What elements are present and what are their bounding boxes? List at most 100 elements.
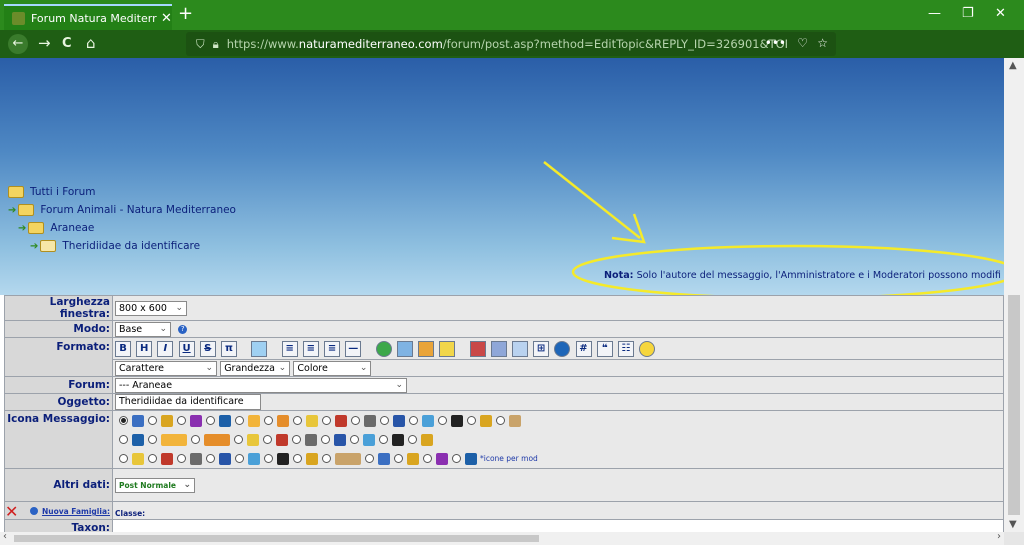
pi-button[interactable]: π	[220, 340, 237, 357]
message-icon-radio[interactable]	[119, 416, 128, 425]
message-icon-radio[interactable]	[467, 416, 476, 425]
horizontal-scrollbar[interactable]: ‹ ›	[0, 531, 1004, 545]
message-icon-radio[interactable]	[438, 416, 447, 425]
message-icon-radio[interactable]	[452, 454, 461, 463]
align-right-icon[interactable]: ≡	[324, 340, 341, 357]
message-icon-radio[interactable]	[177, 416, 186, 425]
horizontal-rule-icon[interactable]: —	[345, 340, 362, 357]
message-icon-radio[interactable]	[235, 416, 244, 425]
message-icon-radio[interactable]	[380, 416, 389, 425]
highlight-button[interactable]: H	[136, 340, 153, 357]
message-icon-radio[interactable]	[148, 454, 157, 463]
underline-button[interactable]: U	[178, 340, 195, 357]
gallery-icon[interactable]	[511, 340, 528, 357]
url-text[interactable]: https://www.naturamediterraneo.com/forum…	[227, 37, 787, 51]
scroll-left-icon[interactable]: ‹	[3, 531, 7, 542]
message-icon-radio[interactable]	[292, 435, 301, 444]
new-family-link[interactable]: Nuova Famiglia:	[42, 507, 110, 516]
message-icon-radio[interactable]	[322, 454, 331, 463]
home-button[interactable]: ⌂	[86, 34, 96, 52]
reload-button[interactable]: C	[62, 36, 72, 51]
close-window-button[interactable]: ✕	[995, 6, 1006, 21]
italic-button[interactable]: I	[157, 340, 174, 357]
message-icon-radio[interactable]	[177, 454, 186, 463]
page-actions-icon[interactable]: •••	[765, 36, 786, 50]
browser-tab[interactable]: Forum Natura Mediterraneo | F ✕	[4, 4, 172, 30]
lock-icon[interactable]: 🔒︎	[213, 37, 219, 52]
smiley-icon[interactable]	[639, 340, 656, 357]
quote-icon[interactable]: ❝	[596, 340, 613, 357]
message-icon-radio[interactable]	[119, 454, 128, 463]
mode-select[interactable]: Base ⌄	[115, 321, 171, 337]
link-globe-icon[interactable]	[375, 340, 392, 357]
message-icon-radio[interactable]	[264, 454, 273, 463]
align-center-icon[interactable]: ≡	[302, 340, 319, 357]
subject-input[interactable]: Theridiidae da identificare	[115, 394, 261, 410]
bold-button[interactable]: B	[115, 340, 131, 357]
breadcrumb-item-all-forums[interactable]: Tutti i Forum	[8, 186, 96, 198]
help-icon[interactable]: ?	[178, 324, 188, 334]
font-family-select[interactable]: Carattere ⌄	[115, 360, 217, 376]
help-icon[interactable]	[30, 507, 39, 515]
window-width-select[interactable]: 800 x 600 ⌄	[115, 300, 187, 316]
horizontal-scroll-thumb[interactable]	[14, 535, 539, 542]
breadcrumb-item-forum-animali[interactable]: ➔ Forum Animali - Natura Mediterraneo	[8, 204, 236, 216]
font-color-select[interactable]: Colore ⌄	[293, 360, 372, 376]
taxon-input[interactable]	[112, 519, 1004, 532]
scroll-right-icon[interactable]: ›	[997, 531, 1001, 542]
message-icon-radio[interactable]	[351, 416, 360, 425]
message-icon-radio[interactable]	[206, 416, 215, 425]
message-icon-radio[interactable]	[293, 454, 302, 463]
message-icon-radio[interactable]	[408, 435, 417, 444]
message-icon-radio[interactable]	[379, 435, 388, 444]
tab-close-icon[interactable]: ✕	[161, 11, 172, 26]
restore-button[interactable]: ❐	[962, 6, 974, 21]
code-hash-icon[interactable]: #	[575, 340, 592, 357]
message-icon-radio[interactable]	[365, 454, 374, 463]
message-icon-radio[interactable]	[234, 435, 243, 444]
font-size-select[interactable]: Grandezza ⌄	[220, 360, 291, 376]
upload-icon[interactable]	[490, 340, 507, 357]
breadcrumb-item-araneae[interactable]: ➔ Araneae	[18, 222, 94, 234]
youtube-icon[interactable]	[469, 340, 486, 357]
bookmark-star-icon[interactable]: ☆	[817, 36, 828, 50]
delete-x-icon[interactable]: ✕	[5, 504, 18, 520]
email-link-icon[interactable]	[396, 340, 413, 357]
message-icon-radio[interactable]	[235, 454, 244, 463]
breadcrumb-item-topic[interactable]: ➔ Theridiidae da identificare	[30, 240, 200, 252]
flash-icon[interactable]	[439, 340, 456, 357]
message-icon-radio[interactable]	[119, 435, 128, 444]
message-icon-radio[interactable]	[394, 454, 403, 463]
table-icon[interactable]: ⊞	[533, 340, 550, 357]
post-type-select[interactable]: Post Normale ⌄	[115, 477, 195, 493]
strike-button[interactable]: S	[199, 340, 216, 357]
message-icon-radio[interactable]	[496, 416, 505, 425]
message-icon-radio[interactable]	[263, 435, 272, 444]
message-icon-radio[interactable]	[293, 416, 302, 425]
forward-button[interactable]: →	[38, 34, 51, 52]
vertical-scroll-thumb[interactable]	[1008, 295, 1020, 515]
scroll-up-icon[interactable]: ▲	[1009, 60, 1017, 71]
pocket-icon[interactable]: ♡	[797, 36, 808, 50]
text-color-icon[interactable]	[251, 340, 268, 357]
message-icon-radio[interactable]	[148, 435, 157, 444]
message-icon-radio[interactable]	[321, 435, 330, 444]
message-icon-radio[interactable]	[350, 435, 359, 444]
image-icon[interactable]	[418, 340, 434, 357]
world-icon[interactable]	[554, 340, 571, 357]
message-icon-radio[interactable]	[191, 435, 200, 444]
shield-icon[interactable]: ⛉	[196, 37, 205, 52]
back-button[interactable]: ←	[8, 34, 28, 54]
message-icon-radio[interactable]	[322, 416, 331, 425]
message-icon-radio[interactable]	[264, 416, 273, 425]
message-icon-radio[interactable]	[409, 416, 418, 425]
minimize-button[interactable]: —	[928, 6, 941, 21]
align-left-icon[interactable]: ≡	[281, 340, 298, 357]
message-icon-radio[interactable]	[423, 454, 432, 463]
message-icon-radio[interactable]	[206, 454, 215, 463]
scroll-down-icon[interactable]: ▼	[1009, 519, 1017, 530]
forum-select[interactable]: --- Araneae ⌄	[115, 377, 407, 393]
list-icon[interactable]: ☷	[617, 340, 634, 357]
url-bar[interactable]: ⛉ 🔒︎ https://www.naturamediterraneo.com/…	[186, 32, 836, 56]
message-icon-radio[interactable]	[148, 416, 157, 425]
